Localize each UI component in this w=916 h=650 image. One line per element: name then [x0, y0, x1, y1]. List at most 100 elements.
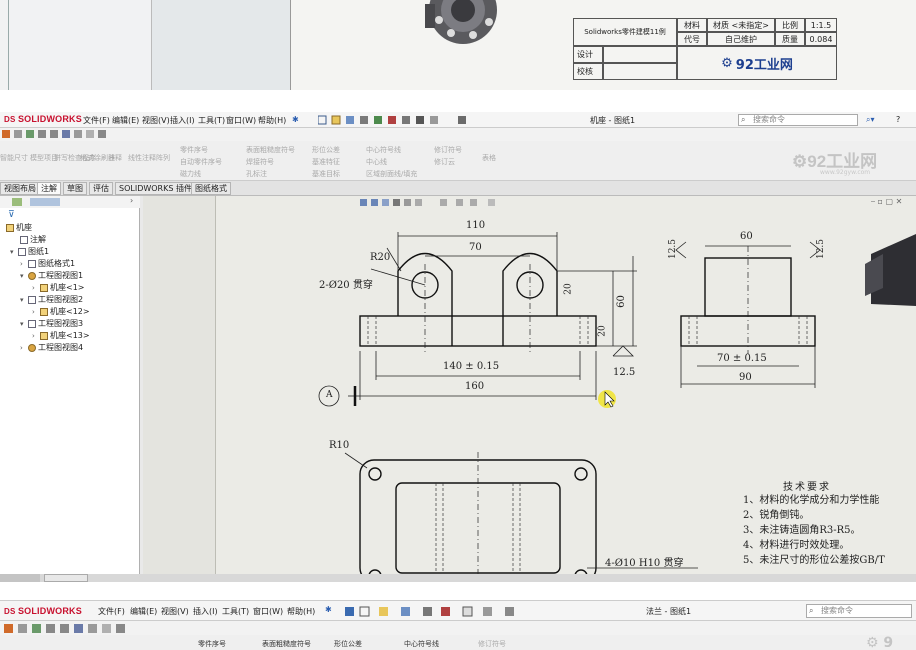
flange-3d-render	[425, 0, 497, 44]
tree-item[interactable]: ▾ 图纸1	[10, 246, 49, 257]
view-toolbar-icons[interactable]	[4, 623, 134, 634]
tree-root[interactable]: 机座	[6, 222, 32, 233]
tree-item[interactable]: › 机座<1>	[32, 282, 85, 293]
menu-bar: DS SOLIDWORKS 文件(F) 编辑(E) 视图(V) 插入(I) 工具…	[0, 112, 916, 128]
menu-window[interactable]: 窗口(W)	[253, 606, 283, 617]
revision-symbol-button[interactable]: 修订符号	[478, 639, 506, 649]
tab-view-layout[interactable]: 视图布局	[0, 182, 40, 195]
balloon-button[interactable]: 零件序号	[198, 639, 226, 649]
smart-dimension-button[interactable]: 智能尺寸	[0, 153, 28, 163]
linear-note-pattern-button[interactable]: 线性注释阵列	[128, 153, 170, 163]
tab-sketch[interactable]: 草图	[63, 182, 87, 195]
area-hatch-button[interactable]: 区域剖面线/填充	[366, 169, 417, 179]
tree-item[interactable]: › 机座<12>	[32, 306, 90, 317]
menu-file[interactable]: 文件(F)	[83, 115, 110, 126]
datum-a-label: A	[326, 390, 333, 400]
datum-target-button[interactable]: 基准目标	[312, 169, 340, 179]
tree-item[interactable]: › 机座<13>	[32, 330, 90, 341]
auto-balloon-button[interactable]: 自动零件序号	[180, 157, 222, 167]
weld-symbol-button[interactable]: 焊接符号	[246, 157, 274, 167]
menu-file[interactable]: 文件(F)	[98, 606, 125, 617]
document-title: 机座 - 图纸1	[590, 116, 636, 125]
center-mark-button[interactable]: 中心符号线	[404, 639, 439, 649]
view-toolbar-icons[interactable]	[2, 130, 112, 140]
annotation-ribbon: 零件序号 表面粗糙度符号 形位公差 中心符号线 修订符号 ⚙ 9	[0, 635, 916, 650]
search-go-icon[interactable]: ⌕▾	[866, 115, 875, 125]
tree-item[interactable]: 注解	[20, 234, 46, 245]
tab-annotation[interactable]: 注解	[37, 182, 61, 195]
front-base-outline	[359, 315, 597, 347]
revision-cloud-button[interactable]: 修订云	[434, 157, 455, 167]
solidworks-window-jizuo: DS SOLIDWORKS 文件(F) 编辑(E) 视图(V) 插入(I) 工具…	[0, 112, 916, 582]
tab-sheet-format[interactable]: 图纸格式	[191, 182, 231, 195]
menu-view[interactable]: 视图(V)	[161, 606, 189, 617]
chevron-down-icon: ▾	[10, 247, 14, 256]
menu-insert[interactable]: 插入(I)	[193, 606, 218, 617]
filter-icon[interactable]: ⊽	[8, 210, 15, 220]
secondary-toolbar	[0, 128, 916, 141]
geometric-tolerance-button[interactable]: 形位公差	[312, 145, 340, 155]
secondary-toolbar	[0, 621, 916, 635]
menu-edit[interactable]: 编辑(E)	[130, 606, 157, 617]
menu-bar: DS SOLIDWORKS 文件(F) 编辑(E) 视图(V) 插入(I) 工具…	[0, 601, 916, 621]
gear-icon: ⚙	[792, 152, 808, 171]
status-bar	[0, 574, 916, 582]
centerline-button[interactable]: 中心线	[366, 157, 387, 167]
previous-drawing-panel: Solidworks零件建模11例 材料 材质 <未指定> 比例 1:1.5 代…	[0, 0, 916, 90]
gear-icon: ⚙	[721, 55, 733, 71]
tree-item[interactable]: ▾ 工程图视图2	[20, 294, 83, 305]
menu-help[interactable]: 帮助(H)	[287, 606, 315, 617]
surface-finish-button[interactable]: 表面粗糙度符号	[262, 639, 311, 649]
tree-item[interactable]: › 图纸格式1	[20, 258, 75, 269]
hole-callout-button[interactable]: 孔标注	[246, 169, 267, 179]
tree-item[interactable]: ▾ 工程图视图1	[20, 270, 83, 281]
revision-symbol-button[interactable]: 修订符号	[434, 145, 462, 155]
drawing-sheet-area[interactable]: ⎯ ▫ ▢ ✕ 110 70 R20 2-Ø20 贯穿 20 60 20 140…	[143, 196, 916, 582]
drawing-sheet: Solidworks零件建模11例 材料 材质 <未指定> 比例 1:1.5 代…	[290, 0, 916, 90]
tech-requirements-list: 1、材料的化学成分和力学性能 2、锐角倒钝。 3、未注铸造圆角R3-R5。 4、…	[743, 495, 885, 566]
brand-logo: ⚙ 92工业网	[677, 46, 837, 80]
menu-view[interactable]: 视图(V)	[142, 115, 170, 126]
feature-manager-icon[interactable]	[12, 198, 22, 206]
pin-icon[interactable]: ✱	[325, 605, 332, 614]
sheet-tab[interactable]	[44, 574, 88, 582]
sheet-margin	[152, 0, 292, 90]
property-manager-icon[interactable]	[30, 198, 60, 206]
center-mark-button[interactable]: 中心符号线	[366, 145, 401, 155]
search-commands-input[interactable]: ⌕ 搜索命令	[806, 604, 912, 618]
note-button[interactable]: 注释	[108, 153, 122, 163]
help-icon[interactable]: ?	[896, 115, 900, 124]
tech-requirements-title: 技术要求	[783, 482, 831, 493]
geometric-tolerance-button[interactable]: 形位公差	[334, 639, 362, 649]
menu-tools[interactable]: 工具(T)	[222, 606, 249, 617]
part-name: Solidworks零件建模11例	[573, 18, 677, 46]
menu-edit[interactable]: 编辑(E)	[112, 115, 139, 126]
datum-feature-button[interactable]: 基准特征	[312, 157, 340, 167]
table-button[interactable]: 表格	[482, 153, 496, 163]
menu-insert[interactable]: 插入(I)	[170, 115, 195, 126]
document-title: 法兰 - 图纸1	[646, 607, 692, 616]
balloon-button[interactable]: 零件序号	[180, 145, 208, 155]
menu-tools[interactable]: 工具(T)	[198, 115, 225, 126]
chevron-right-icon[interactable]: ›	[130, 196, 133, 205]
search-commands-input[interactable]: ⌕ 搜索命令	[738, 114, 858, 126]
solidworks-window-falan: DS SOLIDWORKS 文件(F) 编辑(E) 视图(V) 插入(I) 工具…	[0, 600, 916, 650]
surface-finish-button[interactable]: 表面粗糙度符号	[246, 145, 295, 155]
annotation-ribbon: 智能尺寸 模型项目 拼写检查程序 格式涂刷器 注释 线性注释阵列 零件序号 自动…	[0, 141, 916, 181]
solidworks-logo: DS SOLIDWORKS	[4, 606, 82, 616]
magnetic-line-button[interactable]: 磁力线	[180, 169, 201, 179]
annotation-icon	[20, 235, 28, 244]
tab-addins[interactable]: SOLIDWORKS 插件	[115, 182, 196, 195]
quick-access-toolbar[interactable]	[318, 115, 498, 125]
menu-help[interactable]: 帮助(H)	[258, 115, 286, 126]
solidworks-logo: DS SOLIDWORKS	[4, 114, 82, 124]
title-block: Solidworks零件建模11例 材料 材质 <未指定> 比例 1:1.5 代…	[573, 18, 863, 80]
quick-access-toolbar[interactable]	[345, 606, 535, 618]
pin-icon[interactable]: ✱	[292, 115, 299, 124]
menu-window[interactable]: 窗口(W)	[226, 115, 256, 126]
feature-manager-tree: › ⊽ 机座 注解 ▾ 图纸1 › 图纸格式1 ▾ 工程图视图1 › 机座<1> ▾ 工程…	[0, 196, 140, 582]
tree-item[interactable]: › 工程图视图4	[20, 342, 83, 353]
tree-item[interactable]: ▾ 工程图视图3	[20, 318, 83, 329]
tab-evaluate[interactable]: 评估	[89, 182, 113, 195]
command-manager-tabs: 视图布局 注解 草图 评估 SOLIDWORKS 插件 图纸格式	[0, 181, 916, 196]
